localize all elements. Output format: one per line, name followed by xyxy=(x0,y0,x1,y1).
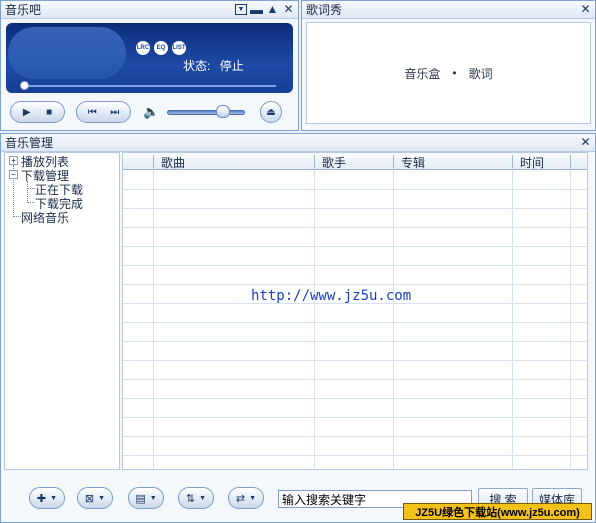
column-song[interactable]: 歌曲 xyxy=(161,154,185,171)
lyrics-titlebar: 歌词秀 ✕ xyxy=(302,1,595,19)
chevron-down-icon: ▼ xyxy=(149,494,157,502)
grid-row-line xyxy=(123,379,587,380)
grid-row-line xyxy=(123,208,587,209)
skin-menu-icon[interactable]: ▼ xyxy=(235,3,247,15)
prev-next-group: ⏮ ⏭ xyxy=(76,101,131,123)
grid-row-line xyxy=(123,322,587,323)
tree-item-online-music[interactable]: 网络音乐 xyxy=(21,209,69,226)
watermark-logo: JZ5U绿色下载站(www.jz5u.com) xyxy=(403,503,592,520)
repeat-button[interactable]: ⇄ ▼ xyxy=(228,487,264,509)
player-screen: LRC EQ LIST 状态: 停止 xyxy=(6,23,293,93)
grid-row-line xyxy=(123,189,587,190)
screen-glow xyxy=(8,27,126,79)
column-artist[interactable]: 歌手 xyxy=(322,154,346,171)
delete-icon: ⊠ xyxy=(84,492,95,505)
chevron-down-icon: ▼ xyxy=(50,494,58,502)
manager-title: 音乐管理 xyxy=(5,136,54,150)
list-icon: ▤ xyxy=(135,492,146,505)
grid-row-line xyxy=(123,265,587,266)
minimize-icon[interactable]: ▬ xyxy=(250,2,263,16)
eject-icon[interactable]: ⏏ xyxy=(260,101,282,123)
seek-track[interactable] xyxy=(24,85,276,87)
list-icon[interactable]: LIST xyxy=(172,41,186,55)
add-button[interactable]: ✚ ▼ xyxy=(29,487,65,509)
table-header: 歌曲 歌手 专辑 时间 xyxy=(123,153,587,170)
grid-row-line xyxy=(123,417,587,418)
grid-column-line xyxy=(153,170,154,469)
lyrics-separator: • xyxy=(452,66,457,80)
volume-icon[interactable]: 🔈 xyxy=(143,104,159,120)
sort-button[interactable]: ⇅ ▼ xyxy=(178,487,214,509)
chevron-down-icon: ▼ xyxy=(199,494,207,502)
lrc-icon[interactable]: LRC xyxy=(136,41,150,55)
grid-column-line xyxy=(570,170,571,469)
player-title: 音乐吧 xyxy=(5,3,42,17)
stop-icon[interactable]: ■ xyxy=(46,107,52,118)
close-icon[interactable]: ✕ xyxy=(282,2,295,16)
delete-button[interactable]: ⊠ ▼ xyxy=(77,487,113,509)
status-value: 停止 xyxy=(219,59,244,73)
status-label: 状态: xyxy=(183,59,211,73)
repeat-icon: ⇄ xyxy=(235,492,246,505)
play-stop-group: ▶ ■ xyxy=(10,101,65,123)
collapse-icon[interactable]: − xyxy=(9,170,18,179)
grid-row-line xyxy=(123,455,587,456)
column-time[interactable]: 时间 xyxy=(520,154,544,171)
add-icon: ✚ xyxy=(36,492,47,505)
expand-icon[interactable]: + xyxy=(9,156,18,165)
category-tree: + 播放列表 − 下载管理 正在下载 下载完成 网络音乐 xyxy=(4,152,120,470)
lyrics-display: 音乐盒 • 歌词 xyxy=(306,22,591,124)
status-text: 状态: 停止 xyxy=(183,57,244,74)
seek-knob[interactable] xyxy=(20,81,29,90)
grid-row-line xyxy=(123,227,587,228)
lyrics-title: 歌词秀 xyxy=(306,3,343,17)
close-icon[interactable]: ✕ xyxy=(579,135,592,149)
volume-knob[interactable] xyxy=(216,105,230,118)
grid-row-line xyxy=(123,360,587,361)
grid-row-line xyxy=(123,284,587,285)
grid-column-line xyxy=(512,170,513,469)
grid-row-line xyxy=(123,398,587,399)
website-url: http://www.jz5u.com xyxy=(251,288,412,304)
manager-titlebar: 音乐管理 ✕ xyxy=(1,134,595,152)
grid-column-line xyxy=(393,170,394,469)
player-panel: 音乐吧 ▼ ▬ ▲ ✕ LRC EQ LIST 状态: 停止 ▶ ■ ⏮ ⏭ 🔈… xyxy=(0,0,299,131)
grid-row-line xyxy=(123,436,587,437)
collapse-icon[interactable]: ▲ xyxy=(266,2,279,16)
column-album[interactable]: 专辑 xyxy=(401,154,425,171)
song-table: 歌曲 歌手 专辑 时间 http://www.jz5u.com xyxy=(122,152,588,470)
lyrics-text-right: 歌词 xyxy=(468,66,493,81)
close-icon[interactable]: ✕ xyxy=(579,2,592,16)
grid-row-line xyxy=(123,246,587,247)
eq-icon[interactable]: EQ xyxy=(154,41,168,55)
sort-icon: ⇅ xyxy=(185,492,196,505)
grid-column-line xyxy=(314,170,315,469)
chevron-down-icon: ▼ xyxy=(249,494,257,502)
next-icon[interactable]: ⏭ xyxy=(110,107,119,118)
lyrics-panel: 歌词秀 ✕ 音乐盒 • 歌词 xyxy=(301,0,596,131)
chevron-down-icon: ▼ xyxy=(98,494,106,502)
previous-icon[interactable]: ⏮ xyxy=(88,107,97,118)
lyrics-text-left: 音乐盒 xyxy=(404,66,441,81)
play-icon[interactable]: ▶ xyxy=(23,107,31,118)
grid-row-line xyxy=(123,341,587,342)
player-titlebar: 音乐吧 ▼ ▬ ▲ ✕ xyxy=(1,1,298,19)
list-button[interactable]: ▤ ▼ xyxy=(128,487,164,509)
volume-track[interactable] xyxy=(167,110,245,115)
